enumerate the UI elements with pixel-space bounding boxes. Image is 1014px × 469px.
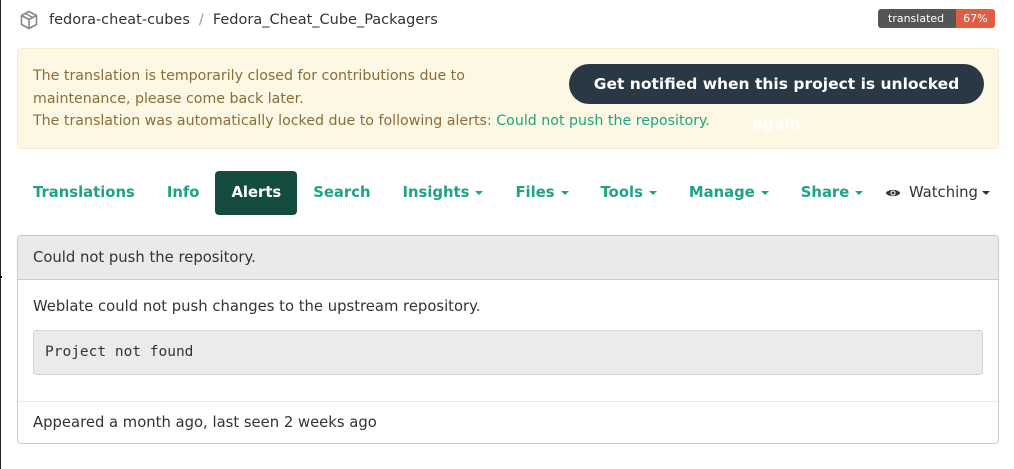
tab-label: Alerts (231, 184, 282, 201)
maintenance-alert: The translation is temporarily closed fo… (17, 48, 999, 149)
alert-panel: Could not push the repository. Weblate c… (17, 235, 999, 444)
left-edge-line (0, 0, 1, 469)
cube-icon (19, 10, 39, 30)
tab-manage[interactable]: Manage (673, 171, 785, 215)
tab-label: Tools (600, 184, 643, 201)
alert-description: Weblate could not push changes to the up… (33, 298, 481, 315)
caret-down-icon (648, 191, 657, 195)
tab-share[interactable]: Share (785, 171, 880, 215)
tab-label: Files (515, 184, 555, 201)
tab-label: Share (800, 184, 850, 201)
notify-unlock-button[interactable]: Get notified when this project is unlock… (569, 64, 984, 133)
caret-down-icon (760, 191, 769, 195)
caret-down-icon (855, 191, 864, 195)
alert-timestamps: Appeared a month ago, last seen 2 weeks … (18, 401, 998, 443)
tab-files[interactable]: Files (499, 171, 584, 215)
error-output: Project not found (33, 330, 983, 375)
alert-link-push-failed[interactable]: Could not push the repository. (496, 113, 710, 129)
tab-label: Search (313, 184, 371, 201)
breadcrumb: fedora-cheat-cubes / Fedora_Cheat_Cube_P… (19, 9, 438, 31)
breadcrumb-separator: / (198, 12, 204, 28)
left-edge-tick (0, 276, 2, 278)
breadcrumb-project-link[interactable]: fedora-cheat-cubes (49, 12, 190, 28)
component-tabs: Translations Info Alerts Search Insights… (17, 171, 879, 215)
caret-down-icon (981, 191, 990, 195)
alert-panel-heading: Could not push the repository. (18, 236, 998, 280)
alert-locked-text: The translation was automatically locked… (33, 110, 710, 133)
tab-label: Translations (33, 184, 135, 201)
tab-label: Manage (688, 184, 755, 201)
tab-insights[interactable]: Insights (387, 171, 500, 215)
alert-locked-prefix: The translation was automatically locked… (33, 113, 492, 129)
badge-label: translated (878, 9, 957, 28)
eye-icon (885, 187, 901, 199)
watch-dropdown[interactable]: Watching (885, 171, 990, 215)
tab-label: Info (166, 184, 200, 201)
breadcrumb-component-link[interactable]: Fedora_Cheat_Cube_Packagers (213, 12, 438, 28)
caret-down-icon (475, 191, 484, 195)
translated-badge[interactable]: translated 67% (878, 9, 995, 28)
alert-maintenance-text: The translation is temporarily closed fo… (33, 68, 465, 107)
tab-translations[interactable]: Translations (17, 171, 151, 215)
tab-label: Insights (402, 184, 470, 201)
tab-info[interactable]: Info (151, 171, 216, 215)
watch-label: Watching (909, 184, 978, 201)
tab-search[interactable]: Search (297, 171, 386, 215)
tab-tools[interactable]: Tools (585, 171, 673, 215)
caret-down-icon (560, 191, 569, 195)
tab-alerts[interactable]: Alerts (215, 171, 298, 215)
badge-value: 67% (956, 9, 995, 28)
alert-panel-body: Weblate could not push changes to the up… (18, 280, 998, 401)
